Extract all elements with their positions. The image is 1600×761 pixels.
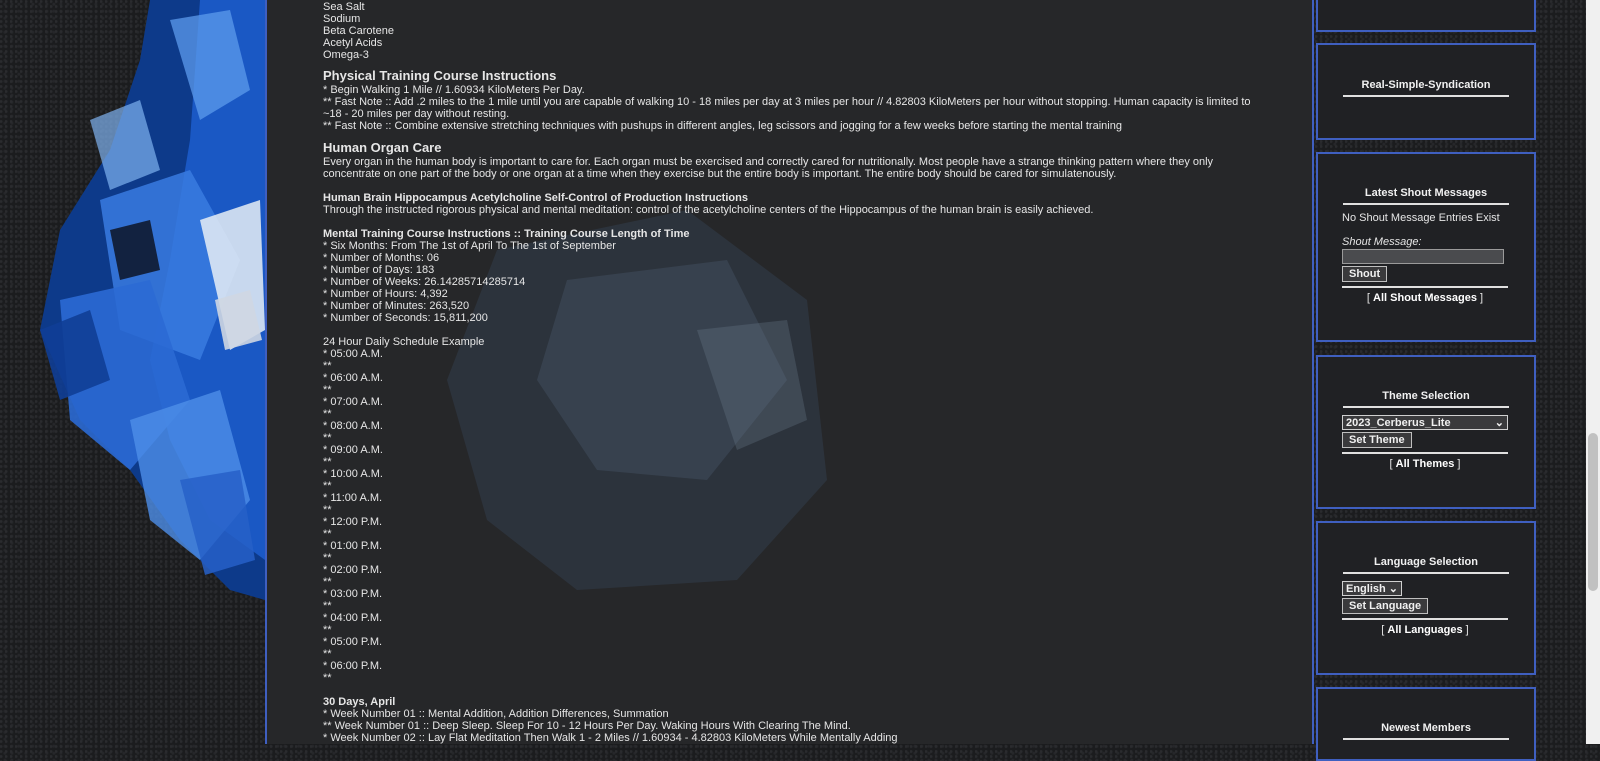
theme-box: Theme Selection 2023_Cerberus_Lite ⌄ Set… bbox=[1316, 355, 1536, 509]
schedule-marker: ** bbox=[323, 624, 332, 636]
language-title: Language Selection bbox=[1343, 556, 1509, 574]
april-heading: 30 Days, April bbox=[323, 696, 396, 708]
mental-training-item: * Number of Months: 06 bbox=[323, 252, 440, 264]
schedule-title: 24 Hour Daily Schedule Example bbox=[323, 336, 485, 348]
shout-message-label: Shout Message: bbox=[1342, 236, 1422, 248]
schedule-marker: ** bbox=[323, 648, 332, 660]
rss-box: Real-Simple-Syndication bbox=[1316, 43, 1536, 140]
all-themes-link[interactable]: All Themes bbox=[1396, 458, 1455, 470]
schedule-marker: ** bbox=[323, 432, 332, 444]
schedule-time: * 07:00 A.M. bbox=[323, 396, 383, 408]
schedule-marker: ** bbox=[323, 528, 332, 540]
schedule-marker: ** bbox=[323, 576, 332, 588]
mental-training-list: * Six Months: From The 1st of April To T… bbox=[323, 240, 1263, 324]
theme-title: Theme Selection bbox=[1343, 390, 1509, 408]
all-languages-link[interactable]: All Languages bbox=[1387, 624, 1462, 636]
rss-title[interactable]: Real-Simple-Syndication bbox=[1343, 79, 1509, 97]
shout-box: Latest Shout Messages No Shout Message E… bbox=[1316, 152, 1536, 342]
all-shout-messages-line: [ All Shout Messages ] bbox=[1366, 292, 1484, 304]
scrollbar-thumb[interactable] bbox=[1588, 433, 1598, 591]
schedule-marker: ** bbox=[323, 552, 332, 564]
language-box: Language Selection English ⌄ Set Languag… bbox=[1316, 521, 1536, 675]
schedule-list: * 05:00 A.M. ** * 06:00 A.M. ** * 07:00 A.M.… bbox=[323, 348, 1263, 684]
all-themes-line: [ All Themes ] bbox=[1389, 458, 1461, 470]
schedule-time: * 06:00 A.M. bbox=[323, 372, 383, 384]
physical-training-heading: Physical Training Course Instructions bbox=[323, 68, 557, 83]
schedule-time: * 05:00 A.M. bbox=[323, 348, 383, 360]
schedule-marker: ** bbox=[323, 456, 332, 468]
schedule-time: * 01:00 P.M. bbox=[323, 540, 383, 552]
schedule-time: * 03:00 P.M. bbox=[323, 588, 383, 600]
all-languages-line: [ All Languages ] bbox=[1381, 624, 1469, 636]
schedule-time: * 06:00 P.M. bbox=[323, 660, 383, 672]
organ-care-text: Every organ in the human body is importa… bbox=[323, 156, 1214, 180]
schedule-time: * 02:00 P.M. bbox=[323, 564, 383, 576]
brain-text: Through the instructed rigorous physical… bbox=[323, 204, 1094, 216]
schedule-marker: ** bbox=[323, 384, 332, 396]
organ-care-heading: Human Organ Care bbox=[323, 140, 442, 155]
schedule-marker: ** bbox=[323, 600, 332, 612]
shout-title: Latest Shout Messages bbox=[1343, 187, 1509, 205]
ingredient-item: Sodium bbox=[323, 13, 361, 25]
set-theme-button[interactable]: Set Theme bbox=[1342, 432, 1412, 448]
ingredient-item: Beta Carotene bbox=[323, 25, 394, 37]
april-line-2: ** Week Number 01 :: Deep Sleep. Sleep F… bbox=[323, 720, 851, 732]
schedule-time: * 08:00 A.M. bbox=[323, 420, 383, 432]
left-decorative-artwork bbox=[0, 0, 265, 744]
right-sidebar: Real-Simple-Syndication Latest Shout Mes… bbox=[1316, 0, 1536, 761]
schedule-marker: ** bbox=[323, 360, 332, 372]
mental-training-item: * Number of Days: 183 bbox=[323, 264, 435, 276]
schedule-marker: ** bbox=[323, 408, 332, 420]
main-content-panel: Sea Salt Sodium Beta Carotene Acetyl Acids O… bbox=[265, 0, 1314, 744]
schedule-time: * 11:00 A.M. bbox=[323, 492, 383, 504]
schedule-marker: ** bbox=[323, 672, 332, 684]
ingredient-list: Sea Salt Sodium Beta Carotene Acetyl Acids O… bbox=[323, 1, 1263, 61]
schedule-time: * 10:00 A.M. bbox=[323, 468, 383, 480]
article-content: Sea Salt Sodium Beta Carotene Acetyl Acids O… bbox=[323, 0, 1263, 744]
language-select[interactable]: English ⌄ bbox=[1342, 581, 1402, 596]
ingredient-item: Omega-3 bbox=[323, 49, 369, 61]
set-language-button[interactable]: Set Language bbox=[1342, 598, 1429, 614]
members-box: Newest Members bbox=[1316, 687, 1536, 761]
mental-training-heading: Mental Training Course Instructions :: T… bbox=[323, 228, 690, 240]
theme-select[interactable]: 2023_Cerberus_Lite ⌄ bbox=[1342, 415, 1508, 430]
shout-empty-text: No Shout Message Entries Exist bbox=[1342, 212, 1500, 224]
april-line-1: * Week Number 01 :: Mental Addition, Add… bbox=[323, 708, 669, 720]
schedule-marker: ** bbox=[323, 504, 332, 516]
mental-training-item: * Number of Weeks: 26.14285714285714 bbox=[323, 276, 526, 288]
chevron-down-icon: ⌄ bbox=[1494, 417, 1504, 429]
schedule-time: * 09:00 A.M. bbox=[323, 444, 383, 456]
april-line-3: * Week Number 02 :: Lay Flat Meditation … bbox=[323, 732, 898, 744]
page-scrollbar[interactable] bbox=[1586, 0, 1600, 744]
mental-training-item: * Number of Minutes: 263,520 bbox=[323, 300, 470, 312]
top-partial-box bbox=[1316, 0, 1536, 32]
mental-training-item: * Six Months: From The 1st of April To T… bbox=[323, 240, 616, 252]
ingredient-item: Sea Salt bbox=[323, 1, 365, 13]
shout-button[interactable]: Shout bbox=[1342, 266, 1388, 282]
chevron-down-icon: ⌄ bbox=[1388, 583, 1398, 595]
shout-message-input[interactable] bbox=[1342, 249, 1504, 264]
mental-training-item: * Number of Hours: 4,392 bbox=[323, 288, 448, 300]
physical-line-2: ** Fast Note :: Add .2 miles to the 1 mi… bbox=[323, 96, 1251, 120]
physical-line-1: * Begin Walking 1 Mile // 1.60934 KiloMe… bbox=[323, 84, 585, 96]
brain-heading: Human Brain Hippocampus Acetylcholine Se… bbox=[323, 192, 748, 204]
schedule-time: * 04:00 P.M. bbox=[323, 612, 383, 624]
ingredient-item: Acetyl Acids bbox=[323, 37, 383, 49]
schedule-time: * 05:00 P.M. bbox=[323, 636, 383, 648]
mental-training-item: * Number of Seconds: 15,811,200 bbox=[323, 312, 488, 324]
schedule-time: * 12:00 P.M. bbox=[323, 516, 383, 528]
members-title: Newest Members bbox=[1343, 722, 1509, 740]
all-shout-messages-link[interactable]: All Shout Messages bbox=[1373, 292, 1477, 304]
physical-line-3: ** Fast Note :: Combine extensive stretc… bbox=[323, 120, 1122, 132]
schedule-marker: ** bbox=[323, 480, 332, 492]
